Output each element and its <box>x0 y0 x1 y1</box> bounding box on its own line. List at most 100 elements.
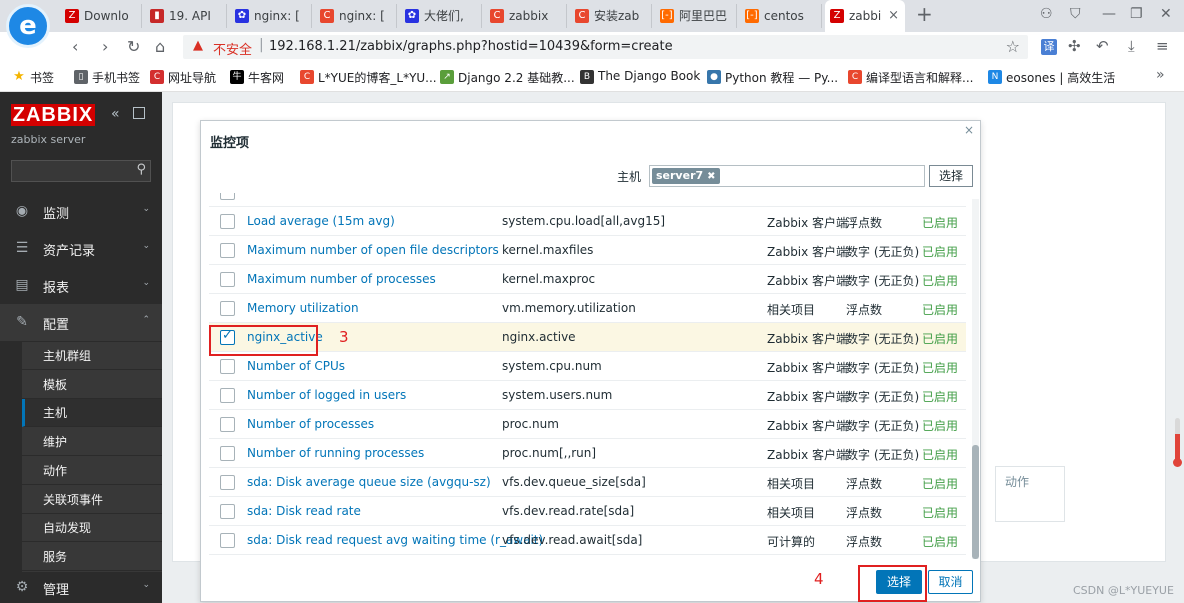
csdn-c-icon: C <box>848 70 862 84</box>
tab-label: zabbix <box>509 9 549 23</box>
browser-tab[interactable]: [-] 阿里巴巴 <box>655 4 737 28</box>
csdn-c-icon: C <box>320 9 334 23</box>
bookmark-item[interactable]: Neosones | 高效生活 <box>988 69 1115 86</box>
bookmark-item[interactable]: ↗ Django 2.2 基础教... <box>440 69 575 86</box>
bookmark-item[interactable]: B The Django Book <box>580 69 700 84</box>
bookmark-item[interactable]: 牛牛客网 <box>230 69 284 86</box>
item-name-link[interactable]: Memory utilization <box>247 301 359 315</box>
bookmark-item[interactable]: C 编译型语言和解释... <box>848 69 973 86</box>
submenu-item[interactable]: 服务 <box>22 543 162 571</box>
bookmarks-more-button[interactable]: » <box>1156 67 1165 83</box>
tab-close-icon[interactable]: × <box>888 0 899 32</box>
item-checkbox[interactable] <box>220 417 235 432</box>
host-select-button[interactable]: 选择 <box>929 165 973 187</box>
bookmark-label: 网址导航 <box>168 71 217 85</box>
item-checkbox[interactable] <box>220 193 235 200</box>
browser-tab[interactable]: [-] centos <box>740 4 822 28</box>
item-name-link[interactable]: Load average (15m avg) <box>247 214 395 228</box>
item-name-link[interactable]: sda: Disk read request avg waiting time … <box>247 533 543 547</box>
item-name-link[interactable]: Number of CPUs <box>247 359 345 373</box>
zabbix-z-icon: Z <box>830 9 844 23</box>
item-name-link[interactable]: Number of logged in users <box>247 388 406 402</box>
scrollbar-thumb[interactable] <box>972 445 979 559</box>
undo-icon[interactable]: ↶ <box>1096 37 1109 55</box>
item-checkbox[interactable] <box>220 533 235 548</box>
shirt-icon[interactable]: ⛉ <box>1070 6 1081 22</box>
submenu-item[interactable]: 主机群组 <box>22 342 162 370</box>
menu-icon[interactable]: ≡ <box>1156 37 1169 55</box>
menu-reports[interactable]: ▤ 报表 ⌄ <box>0 267 162 304</box>
select-button[interactable]: 选择 <box>876 570 922 594</box>
item-name-link[interactable]: Number of running processes <box>247 446 424 460</box>
search-icon[interactable]: ⚲ <box>136 162 146 177</box>
menu-label: 报表 <box>43 281 70 296</box>
back-icon[interactable]: ‹ <box>72 37 78 56</box>
forward-icon[interactable]: › <box>102 37 108 56</box>
bookmark-item[interactable]: ● Python 教程 — Py... <box>707 69 838 86</box>
browser-tab[interactable]: C 安装zab <box>570 4 652 28</box>
item-checkbox[interactable] <box>220 272 235 287</box>
item-name-link[interactable]: Number of processes <box>247 417 374 431</box>
browser-tab[interactable]: Zzabbi × <box>825 0 905 32</box>
item-checkbox[interactable] <box>220 446 235 461</box>
window-close-icon[interactable]: ✕ <box>1160 6 1172 22</box>
item-checkbox[interactable] <box>220 359 235 374</box>
submenu-item[interactable]: 自动发现 <box>22 514 162 543</box>
browser-tab[interactable]: ✿ 大佬们, <box>400 4 482 28</box>
item-checkbox[interactable] <box>220 388 235 403</box>
item-checkbox[interactable] <box>220 243 235 258</box>
submenu-item[interactable]: 动作 <box>22 457 162 485</box>
item-name-link[interactable]: Maximum number of open file descriptors <box>247 243 499 257</box>
user-icon[interactable]: ⚇ <box>1040 6 1053 22</box>
menu-inventory[interactable]: ☰ 资产记录 ⌄ <box>0 230 162 267</box>
menu-monitoring[interactable]: ◉ 监测 ⌄ <box>0 193 162 230</box>
item-value-type: 浮点数 <box>846 216 883 230</box>
submenu-item[interactable]: 关联项事件 <box>22 486 162 514</box>
new-tab-button[interactable]: + <box>916 2 933 26</box>
item-name-link[interactable]: sda: Disk average queue size (avgqu-sz) <box>247 475 491 489</box>
browser-tab[interactable]: Czabbix <box>485 4 567 28</box>
bookmark-star-icon[interactable]: ☆ <box>1006 37 1020 56</box>
item-checkbox[interactable] <box>220 504 235 519</box>
list-icon: ☰ <box>15 240 29 256</box>
item-checkbox[interactable] <box>220 475 235 490</box>
item-key: nginx.active <box>502 330 576 344</box>
item-checkbox[interactable] <box>220 301 235 316</box>
item-name-link[interactable]: Maximum number of processes <box>247 272 436 286</box>
scrollbar[interactable] <box>972 199 979 559</box>
close-icon[interactable]: × <box>964 123 974 137</box>
download-icon[interactable]: ⤓ <box>1128 37 1135 55</box>
submenu-item[interactable]: 主机 <box>22 399 162 428</box>
translate-icon[interactable]: 译 <box>1041 39 1057 55</box>
url-input[interactable]: ▲ 不安全 | 192.168.1.21/zabbix/graphs.php?h… <box>183 35 1028 59</box>
maximize-icon[interactable]: ❐ <box>1130 6 1143 22</box>
browser-tab[interactable]: ✿ nginx: [ <box>230 4 312 28</box>
submenu-item[interactable]: 模板 <box>22 371 162 399</box>
star-icon: ★ <box>13 69 25 84</box>
home-icon[interactable]: ⌂ <box>155 37 165 56</box>
submenu-item[interactable]: 维护 <box>22 428 162 457</box>
browser-tab[interactable]: Z Downlo <box>60 4 142 28</box>
zabbix-logo[interactable]: ZABBIX <box>11 104 95 126</box>
item-checkbox[interactable] <box>220 214 235 229</box>
item-name-link[interactable]: sda: Disk read rate <box>247 504 361 518</box>
bookmark-item[interactable]: C 网址导航 <box>150 69 216 86</box>
menu-administration[interactable]: ⚙ 管理 ⌄ <box>0 569 162 603</box>
bookmark-item[interactable]: ★ 书签 <box>12 69 54 86</box>
host-multiselect-input[interactable]: server7 ✖ <box>649 165 925 187</box>
kiosk-mode-icon[interactable] <box>133 107 145 119</box>
browser-tab[interactable]: Cnginx: [ <box>315 4 397 28</box>
collapse-sidebar-icon[interactable]: « <box>111 106 120 122</box>
browser-tab[interactable]: ▮ 19. API <box>145 4 227 28</box>
remove-tag-icon[interactable]: ✖ <box>707 171 715 182</box>
cancel-button[interactable]: 取消 <box>928 570 973 594</box>
menu-configuration[interactable]: ✎ 配置 ⌃ <box>0 304 162 341</box>
minimize-icon[interactable]: — <box>1102 6 1116 22</box>
sidebar-search-input[interactable]: ⚲ <box>11 160 151 182</box>
extensions-icon[interactable]: ✣ <box>1068 37 1081 55</box>
reload-icon[interactable]: ↻ <box>127 37 140 56</box>
bookmark-item[interactable]: ▯ 手机书签 <box>74 69 140 86</box>
item-status: 已启用 <box>922 216 959 230</box>
warning-icon: ▲ <box>193 38 203 53</box>
bookmark-item[interactable]: C L*YUE的博客_L*YU... <box>300 69 437 86</box>
